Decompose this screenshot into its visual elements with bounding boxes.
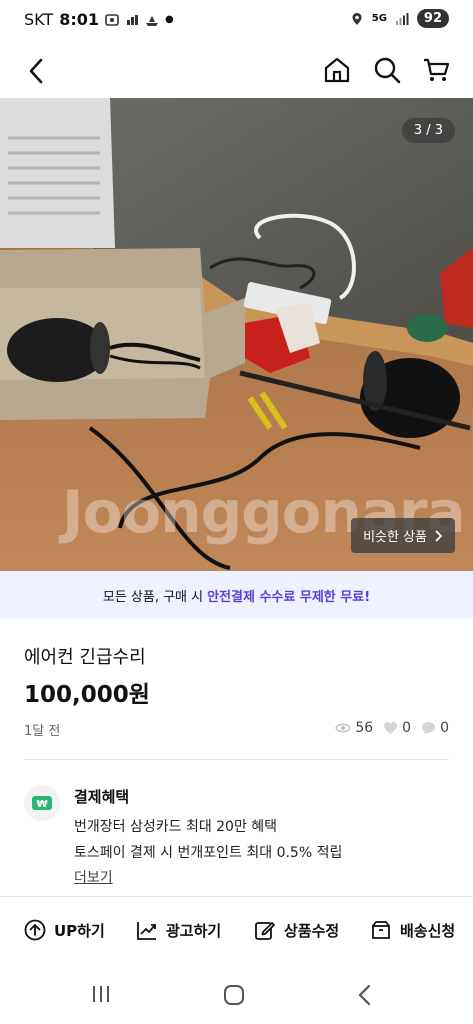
shipping-label: 배송신청 — [400, 921, 456, 940]
trend-chart-icon — [137, 922, 156, 940]
system-nav-bar — [0, 964, 473, 1024]
carrier-label: SKT — [24, 10, 54, 29]
promo-text: 모든 상품, 구매 시 — [102, 589, 204, 605]
home-nav-icon[interactable] — [223, 984, 245, 1006]
chats-count: 0 — [440, 720, 449, 736]
boat-icon — [145, 15, 158, 26]
edit-button[interactable]: 상품수정 — [254, 919, 339, 941]
box-icon — [372, 921, 390, 939]
signal-app-icon — [126, 14, 138, 25]
cart-icon[interactable] — [421, 55, 451, 85]
heart-icon — [384, 722, 398, 734]
promo-highlight: 안전결제 수수료 무제한 무료! — [207, 589, 371, 605]
ad-label: 광고하기 — [166, 921, 222, 940]
image-counter: 3 / 3 — [401, 118, 455, 143]
likes-stat: 0 — [383, 720, 411, 736]
product-price: 100,000원 — [24, 682, 150, 708]
search-icon[interactable] — [372, 55, 402, 85]
dot-icon: ● — [164, 14, 174, 25]
chevron-right-icon — [435, 529, 443, 542]
similar-products-button[interactable]: 비슷한 상품 — [351, 518, 455, 553]
app-bar — [0, 44, 473, 98]
network-label: 5G — [371, 13, 387, 24]
more-link[interactable]: 더보기 — [74, 867, 113, 887]
product-title: 에어컨 긴급수리 — [24, 647, 146, 668]
battery-level: 92 — [416, 9, 449, 28]
likes-count: 0 — [402, 720, 412, 736]
product-stats: 56 0 0 — [335, 720, 449, 736]
chats-stat: 0 — [421, 720, 449, 736]
up-circle-icon — [24, 919, 46, 941]
signal-icon — [395, 12, 409, 25]
status-bar: SKT 8:01 ● 5G 92 — [0, 0, 473, 44]
location-icon — [352, 12, 362, 25]
svg-text:₩: ₩ — [36, 799, 47, 810]
benefit-line-samsung: 번개장터 삼성카드 최대 20만 혜택 — [74, 819, 278, 835]
product-photo[interactable]: Joonggonara 3 / 3 비슷한 상품 — [0, 98, 473, 571]
edit-label: 상품수정 — [284, 921, 340, 940]
similar-products-label: 비슷한 상품 — [363, 530, 427, 545]
benefit-title: 결제혜택 — [74, 788, 130, 806]
eye-icon — [335, 723, 352, 733]
benefit-line-toss: 토스페이 결제 시 번개포인트 최대 0.5% 적립 — [74, 845, 343, 861]
up-label: UP하기 — [54, 921, 105, 940]
views-count: 56 — [355, 720, 374, 736]
up-button[interactable]: UP하기 — [24, 919, 105, 941]
back-nav-icon[interactable] — [356, 984, 372, 1006]
bottom-action-bar: UP하기 광고하기 상품수정 배송신청 — [0, 896, 473, 965]
home-icon[interactable] — [322, 55, 352, 85]
views-stat: 56 — [335, 720, 373, 736]
edit-icon — [255, 922, 275, 940]
recent-apps-icon[interactable] — [90, 984, 112, 1004]
divider — [24, 759, 449, 760]
won-icon: ₩ — [24, 785, 60, 821]
promo-banner[interactable]: 모든 상품, 구매 시 안전결제 수수료 무제한 무료! — [0, 571, 473, 619]
clock: 8:01 — [59, 10, 99, 29]
shipping-button[interactable]: 배송신청 — [370, 919, 455, 941]
screenshot-icon — [105, 13, 119, 26]
ad-button[interactable]: 광고하기 — [136, 919, 221, 941]
posted-time: 1달 전 — [24, 724, 61, 739]
chat-bubble-icon — [422, 722, 436, 734]
back-arrow-icon[interactable] — [22, 56, 52, 86]
